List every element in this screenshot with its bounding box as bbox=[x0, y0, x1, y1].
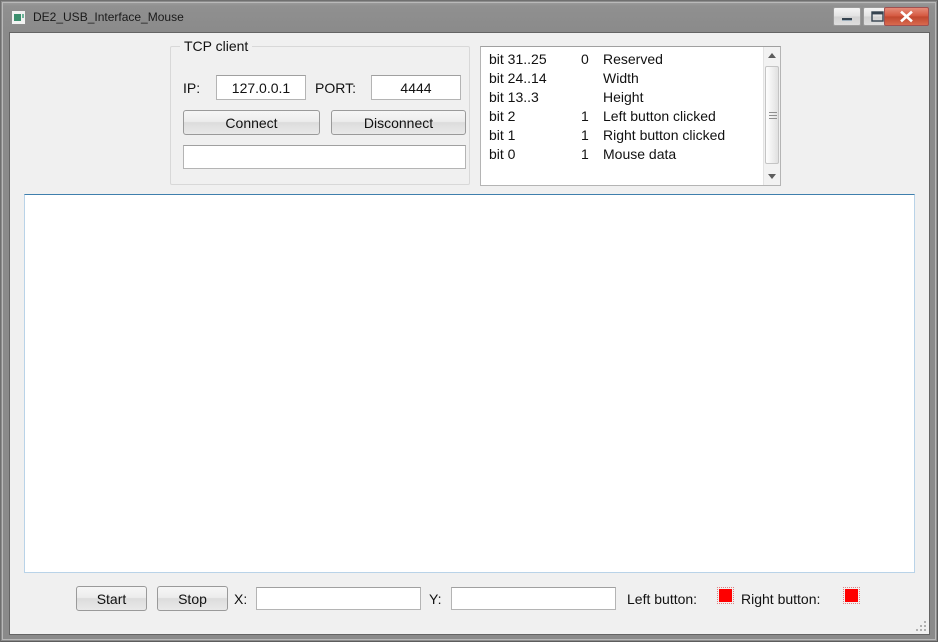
bit-value: 1 bbox=[581, 127, 589, 143]
mouse-drawing-canvas[interactable] bbox=[24, 194, 915, 573]
bit-range: bit 0 bbox=[489, 146, 516, 162]
listbox-scrollbar[interactable] bbox=[763, 47, 780, 185]
disconnect-button[interactable]: Disconnect bbox=[331, 110, 466, 135]
minimize-button[interactable] bbox=[833, 7, 861, 26]
bit-range: bit 24..14 bbox=[489, 70, 547, 86]
bit-range: bit 1 bbox=[489, 127, 516, 143]
port-input[interactable] bbox=[371, 75, 461, 100]
title-bar[interactable]: DE2_USB_Interface_Mouse bbox=[3, 3, 935, 31]
close-button[interactable] bbox=[884, 7, 929, 26]
right-button-label: Right button: bbox=[741, 591, 821, 607]
tcp-client-group: TCP client IP: PORT: Connect Disconnect bbox=[170, 37, 470, 185]
resize-grip-icon[interactable] bbox=[913, 618, 926, 631]
y-label: Y: bbox=[429, 591, 442, 607]
bit-description-listbox[interactable]: bit 31..25 0 Reserved bit 24..14 Width b… bbox=[480, 46, 781, 186]
minimize-icon bbox=[842, 18, 852, 21]
list-item[interactable]: bit 31..25 0 Reserved bbox=[481, 50, 764, 69]
bit-value: 1 bbox=[581, 146, 589, 162]
ip-input[interactable] bbox=[216, 75, 306, 100]
bit-value: 0 bbox=[581, 51, 589, 67]
list-item[interactable]: bit 1 1 Right button clicked bbox=[481, 126, 764, 145]
list-item[interactable]: bit 2 1 Left button clicked bbox=[481, 107, 764, 126]
tcp-client-legend: TCP client bbox=[180, 37, 253, 55]
bit-range: bit 13..3 bbox=[489, 89, 539, 105]
stop-button[interactable]: Stop bbox=[157, 586, 228, 611]
bit-list-items: bit 31..25 0 Reserved bit 24..14 Width b… bbox=[481, 50, 764, 164]
scrollbar-thumb[interactable] bbox=[765, 66, 779, 164]
client-area: TCP client IP: PORT: Connect Disconnect … bbox=[9, 32, 930, 635]
bit-desc: Reserved bbox=[603, 51, 663, 67]
window-title: DE2_USB_Interface_Mouse bbox=[33, 10, 184, 24]
scroll-down-button[interactable] bbox=[764, 168, 780, 185]
list-item[interactable]: bit 24..14 Width bbox=[481, 69, 764, 88]
bit-range: bit 31..25 bbox=[489, 51, 547, 67]
list-item[interactable]: bit 0 1 Mouse data bbox=[481, 145, 764, 164]
start-button[interactable]: Start bbox=[76, 586, 147, 611]
application-window: DE2_USB_Interface_Mouse TCP client IP: 1… bbox=[0, 0, 938, 642]
x-coordinate-input[interactable] bbox=[256, 587, 421, 610]
tcp-status-input[interactable] bbox=[183, 145, 466, 169]
y-coordinate-input[interactable] bbox=[451, 587, 616, 610]
scroll-down-icon bbox=[768, 174, 776, 179]
app-icon bbox=[11, 10, 26, 25]
bit-desc: Height bbox=[603, 89, 644, 105]
scrollbar-grip-icon bbox=[769, 112, 777, 119]
bit-desc: Left button clicked bbox=[603, 108, 716, 124]
right-button-indicator bbox=[843, 587, 860, 604]
bit-range: bit 2 bbox=[489, 108, 516, 124]
scroll-up-button[interactable] bbox=[764, 47, 780, 64]
left-button-label: Left button: bbox=[627, 591, 698, 607]
port-label: PORT: bbox=[315, 80, 356, 96]
x-label: X: bbox=[234, 591, 248, 607]
list-item[interactable]: bit 13..3 Height bbox=[481, 88, 764, 107]
bit-desc: Width bbox=[603, 70, 639, 86]
bit-value: 1 bbox=[581, 108, 589, 124]
scroll-up-icon bbox=[768, 53, 776, 58]
connect-button[interactable]: Connect bbox=[183, 110, 320, 135]
bit-desc: Right button clicked bbox=[603, 127, 726, 143]
left-button-indicator bbox=[717, 587, 734, 604]
bit-desc: Mouse data bbox=[603, 146, 677, 162]
ip-label: IP: bbox=[183, 80, 201, 96]
close-icon bbox=[900, 10, 913, 23]
